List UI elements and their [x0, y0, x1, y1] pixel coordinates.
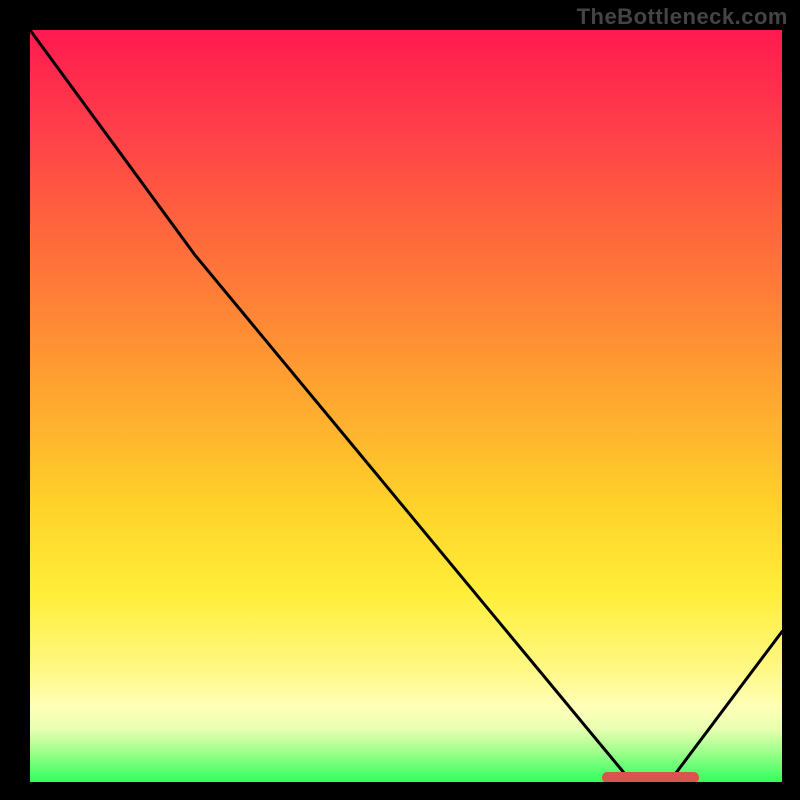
bottleneck-curve-line: [30, 30, 782, 782]
chart-container: TheBottleneck.com: [0, 0, 800, 800]
watermark-text: TheBottleneck.com: [577, 4, 788, 30]
optimal-range-marker: [602, 772, 700, 782]
line-chart-svg: [30, 30, 782, 782]
plot-area: [30, 30, 782, 782]
